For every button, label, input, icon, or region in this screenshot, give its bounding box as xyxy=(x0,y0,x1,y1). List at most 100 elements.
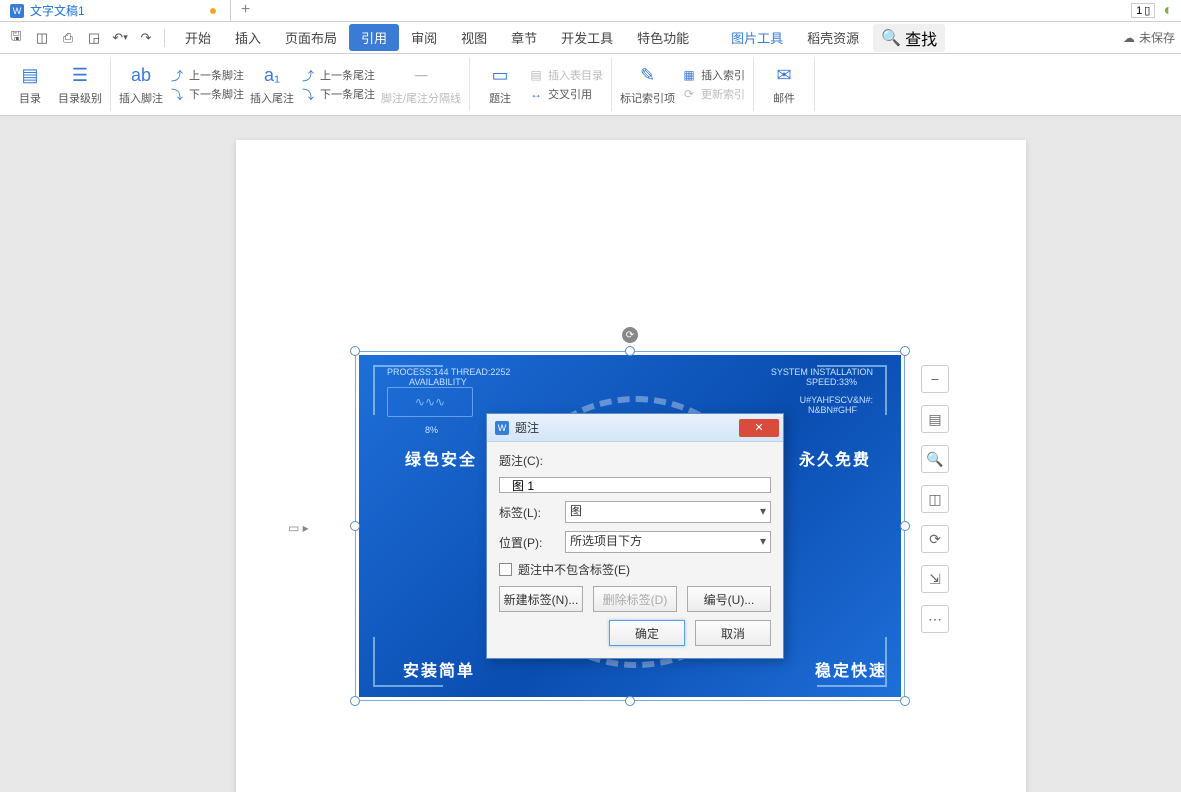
caption-dialog: W 题注 ✕ 题注(C): 标签(L): 图 位置(P): 所选项目下方 题注中… xyxy=(486,413,784,659)
toc-button[interactable]: ▤ 目录 xyxy=(8,64,52,106)
resize-handle[interactable] xyxy=(350,521,360,531)
exclude-label-text: 题注中不包含标签(E) xyxy=(518,561,630,578)
layout-icon[interactable]: ▤ xyxy=(921,405,949,433)
ok-button[interactable]: 确定 xyxy=(609,620,685,646)
next-footnote-button[interactable]: ⤵下一条脚注 xyxy=(169,86,244,102)
menu-features[interactable]: 特色功能 xyxy=(625,24,701,51)
wps-word-icon: W xyxy=(10,4,24,18)
redo-button[interactable]: ↷ xyxy=(136,28,156,48)
more-icon[interactable]: ⋯ xyxy=(921,605,949,633)
prev-icon: ⤴ xyxy=(169,67,185,83)
resize-handle[interactable] xyxy=(350,696,360,706)
page-count-badge[interactable]: 1 ▯ xyxy=(1131,3,1155,18)
menu-chapter[interactable]: 章节 xyxy=(499,24,549,51)
prev-icon: ⤴ xyxy=(300,67,316,83)
next-endnote-button[interactable]: ⤵下一条尾注 xyxy=(300,86,375,102)
new-tag-button[interactable]: 新建标签(N)... xyxy=(499,586,583,612)
zoom-icon[interactable]: 🔍 xyxy=(921,445,949,473)
floating-toolbar: − ▤ 🔍 ◫ ⟳ ⇲ ⋯ xyxy=(921,365,949,633)
tag-select[interactable]: 图 xyxy=(565,501,771,523)
mail-button[interactable]: ✉ 邮件 xyxy=(762,64,806,106)
toc-level-icon: ☰ xyxy=(68,64,92,88)
menu-insert[interactable]: 插入 xyxy=(223,24,273,51)
caption-field-label: 题注(C): xyxy=(499,452,771,469)
page-icon: ▯ xyxy=(1144,4,1150,17)
delete-tag-button: 删除标签(D) xyxy=(593,586,677,612)
numbering-button[interactable]: 编号(U)... xyxy=(687,586,771,612)
footnote-icon: ab xyxy=(129,64,153,88)
menu-page-layout[interactable]: 页面布局 xyxy=(273,24,349,51)
resize-handle[interactable] xyxy=(900,521,910,531)
tab-title: 文字文稿1 xyxy=(30,2,85,19)
paste-icon[interactable]: ◲ xyxy=(84,28,104,48)
document-tab[interactable]: W 文字文稿1 xyxy=(0,0,230,22)
prev-footnote-button[interactable]: ⤴上一条脚注 xyxy=(169,67,244,83)
rotate-icon[interactable]: ⟳ xyxy=(921,525,949,553)
footnote-separator-button: ─ 脚注/尾注分隔线 xyxy=(381,64,461,106)
quick-access: 🖫 ◫ ⎙ ◲ ↶▾ ↷ xyxy=(6,28,156,48)
insert-tot-button: ▤插入表目录 xyxy=(528,67,603,83)
print-preview-icon[interactable]: ◫ xyxy=(32,28,52,48)
cross-reference-button[interactable]: ↔交叉引用 xyxy=(528,86,603,102)
ribbon: ▤ 目录 ☰ 目录级别 ab 插入脚注 ⤴上一条脚注 ⤵下一条脚注 a₁ 插入尾… xyxy=(0,54,1181,116)
tot-icon: ▤ xyxy=(528,67,544,83)
position-select[interactable]: 所选项目下方 xyxy=(565,531,771,553)
main-menus: 开始 插入 页面布局 引用 审阅 视图 章节 开发工具 特色功能 图片工具 稻壳… xyxy=(173,24,871,51)
insert-footnote-button[interactable]: ab 插入脚注 xyxy=(119,64,163,106)
cancel-button[interactable]: 取消 xyxy=(695,620,771,646)
dialog-titlebar[interactable]: W 题注 ✕ xyxy=(487,414,783,442)
mark-index-icon: ✎ xyxy=(636,64,660,88)
next-icon: ⤵ xyxy=(169,86,185,102)
menu-view[interactable]: 视图 xyxy=(449,24,499,51)
anchor-indicator[interactable]: ▭ ▸ xyxy=(288,521,309,535)
insert-endnote-button[interactable]: a₁ 插入尾注 xyxy=(250,64,294,106)
search-icon: 🔍 xyxy=(881,28,901,48)
resize-handle[interactable] xyxy=(900,696,910,706)
export-icon[interactable]: ⇲ xyxy=(921,565,949,593)
cloud-unsaved[interactable]: ☁ 未保存 xyxy=(1123,29,1175,46)
menu-docer[interactable]: 稻壳资源 xyxy=(795,24,871,51)
modified-indicator-icon xyxy=(210,8,216,14)
tag-label: 标签(L): xyxy=(499,504,559,521)
mark-index-button[interactable]: ✎ 标记索引项 xyxy=(620,64,675,106)
print-icon[interactable]: ⎙ xyxy=(58,28,78,48)
xref-icon: ↔ xyxy=(528,86,544,102)
separator-icon: ─ xyxy=(409,64,433,88)
wps-word-icon: W xyxy=(495,421,509,435)
caption-button[interactable]: ▭ 题注 xyxy=(478,64,522,106)
resize-handle[interactable] xyxy=(900,346,910,356)
undo-button[interactable]: ↶▾ xyxy=(110,28,130,48)
prev-endnote-button[interactable]: ⤴上一条尾注 xyxy=(300,67,375,83)
dialog-title: 题注 xyxy=(515,419,539,436)
next-icon: ⤵ xyxy=(300,86,316,102)
update-icon: ⟳ xyxy=(681,86,697,102)
caption-icon: ▭ xyxy=(488,64,512,88)
cloud-icon: ☁ xyxy=(1123,31,1135,45)
resize-handle[interactable] xyxy=(350,346,360,356)
document-canvas[interactable]: ▭ ▸ PROCESS:144 THREAD:2252 AVAILABILITY… xyxy=(0,116,1181,792)
save-icon[interactable]: 🖫 xyxy=(6,28,26,48)
menu-dev-tools[interactable]: 开发工具 xyxy=(549,24,625,51)
resize-handle[interactable] xyxy=(625,346,635,356)
menu-bar: 🖫 ◫ ⎙ ◲ ↶▾ ↷ 开始 插入 页面布局 引用 审阅 视图 章节 开发工具… xyxy=(0,22,1181,54)
toc-level-button[interactable]: ☰ 目录级别 xyxy=(58,64,102,106)
rotate-handle[interactable]: ⟳ xyxy=(622,327,638,343)
new-tab-button[interactable]: + xyxy=(230,0,260,22)
close-button[interactable]: ✕ xyxy=(739,419,779,437)
caption-input[interactable] xyxy=(499,477,771,493)
exclude-label-checkbox[interactable] xyxy=(499,563,512,576)
menu-start[interactable]: 开始 xyxy=(173,24,223,51)
menu-references[interactable]: 引用 xyxy=(349,24,399,51)
crop-icon[interactable]: ◫ xyxy=(921,485,949,513)
insert-index-button[interactable]: ▦插入索引 xyxy=(681,67,745,83)
menu-review[interactable]: 审阅 xyxy=(399,24,449,51)
menu-picture-tools[interactable]: 图片工具 xyxy=(719,24,795,51)
position-label: 位置(P): xyxy=(499,534,559,551)
search-box[interactable]: 🔍 查找 xyxy=(873,24,945,52)
endnote-icon: a₁ xyxy=(260,64,284,88)
skin-icon[interactable]: ◐ xyxy=(1163,2,1173,20)
zoom-out-icon[interactable]: − xyxy=(921,365,949,393)
resize-handle[interactable] xyxy=(625,696,635,706)
mail-icon: ✉ xyxy=(772,64,796,88)
insert-index-icon: ▦ xyxy=(681,67,697,83)
